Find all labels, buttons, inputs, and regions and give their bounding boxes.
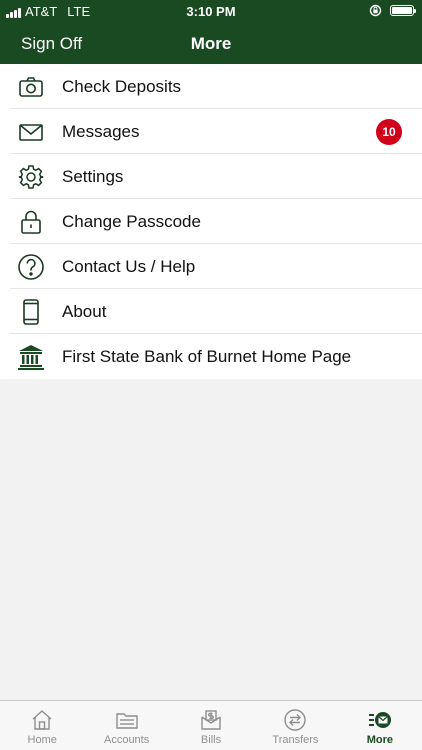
bank-icon — [18, 344, 44, 370]
phone-icon — [23, 298, 39, 325]
tab-transfers[interactable]: Transfers — [253, 701, 337, 750]
tab-label: Transfers — [272, 734, 319, 746]
menu-item-label: About — [62, 301, 107, 321]
camera-icon — [19, 76, 43, 97]
messages-count-badge: 10 — [376, 119, 402, 145]
tab-label: Bills — [200, 734, 222, 746]
menu-item-settings[interactable]: Settings — [0, 154, 422, 199]
bills-icon — [201, 710, 221, 730]
question-icon — [18, 253, 44, 280]
menu-item-messages[interactable]: Messages 10 — [0, 109, 422, 154]
menu-item-contact-help[interactable]: Contact Us / Help — [0, 244, 422, 289]
menu-item-about[interactable]: About — [0, 289, 422, 334]
menu-item-label: Settings — [62, 166, 124, 186]
gear-icon — [18, 164, 44, 189]
tab-home[interactable]: Home — [0, 701, 84, 750]
menu-item-check-deposits[interactable]: Check Deposits — [0, 64, 422, 109]
menu-item-label: Messages — [62, 121, 140, 141]
tab-label: Accounts — [103, 734, 150, 746]
envelope-icon — [19, 123, 43, 141]
status-bar: AT&T LTE 3:10 PM — [0, 0, 422, 24]
more-menu: Check Deposits Messages 10 Settings Chan… — [0, 64, 422, 379]
battery-icon — [390, 5, 416, 16]
page-title: More — [190, 34, 232, 53]
more-icon — [368, 712, 391, 728]
tab-bills[interactable]: Bills — [169, 701, 253, 750]
status-time: 3:10 PM — [186, 4, 236, 19]
nav-bar: Sign Off More — [0, 24, 422, 64]
transfers-icon — [284, 709, 307, 731]
tab-accounts[interactable]: Accounts — [84, 701, 168, 750]
lock-icon — [21, 210, 41, 234]
tab-label: More — [366, 734, 393, 746]
tab-bar: Home Accounts Bills Transfers More — [0, 700, 422, 750]
orientation-lock-icon — [369, 4, 382, 17]
menu-item-label: Contact Us / Help — [62, 256, 196, 276]
accounts-icon — [115, 713, 138, 729]
tab-more[interactable]: More — [338, 701, 422, 750]
menu-item-change-passcode[interactable]: Change Passcode — [0, 199, 422, 244]
menu-item-label: First State Bank of Burnet Home Page — [62, 346, 352, 366]
menu-item-home-page[interactable]: First State Bank of Burnet Home Page — [0, 334, 422, 379]
menu-item-label: Check Deposits — [62, 76, 182, 96]
tab-label: Home — [27, 734, 57, 746]
home-icon — [32, 710, 52, 730]
menu-item-label: Change Passcode — [62, 211, 201, 231]
status-right — [369, 4, 416, 17]
